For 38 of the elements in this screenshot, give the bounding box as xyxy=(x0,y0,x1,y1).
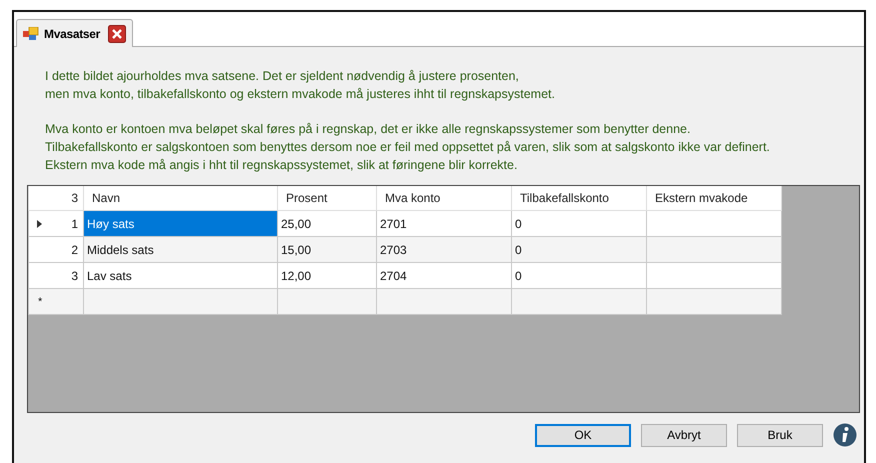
description-text: Ekstern mva kode må angis i hht til regnskapssystemet, slik at føringene blir korrekte. xyxy=(45,157,518,174)
table-cell[interactable] xyxy=(84,288,278,314)
table-cell[interactable] xyxy=(376,288,512,314)
table-cell[interactable]: Middels sats xyxy=(84,236,278,262)
description-text: Tilbakefallskonto er salgskontoen som benyttes dersom noe er feil med oppsettet på varen, slik som at salgskonto ikke var definert. xyxy=(45,139,770,156)
row-header[interactable]: 2 xyxy=(28,236,84,262)
dialog-button[interactable]: Bruk xyxy=(737,424,823,446)
dialog-button[interactable]: Avbryt xyxy=(641,424,727,446)
table-cell[interactable] xyxy=(278,288,376,314)
table-cell[interactable]: 15,00 xyxy=(278,236,376,262)
column-header[interactable]: Prosent xyxy=(278,186,376,210)
row-number: 3 xyxy=(71,268,78,282)
description-text: Mva konto er kontoen mva beløpet skal føres på i regnskap, det er ikke alle regnskapssystemer som benytter denne. xyxy=(45,121,690,138)
info-icon[interactable] xyxy=(833,423,857,447)
new-row-marker: * xyxy=(28,288,84,314)
current-row-icon xyxy=(37,220,42,228)
column-header[interactable]: Ekstern mvakode xyxy=(646,186,782,210)
row-header[interactable]: 3 xyxy=(28,262,84,288)
row-number: 1 xyxy=(71,216,78,230)
row-header[interactable]: 1 xyxy=(28,210,84,236)
window-icon xyxy=(23,26,39,40)
tab-title: Mvasatser xyxy=(44,26,100,40)
close-icon[interactable] xyxy=(108,24,126,42)
description-text: men mva konto, tilbakefallskonto og ekstern mvakode må justeres ihht til regnskapsystemet. xyxy=(45,86,555,103)
column-header[interactable]: Mva konto xyxy=(376,186,512,210)
table-cell[interactable]: Høy sats xyxy=(84,210,278,236)
row-number: 2 xyxy=(71,242,78,256)
description-text: I dette bildet ajourholdes mva satsene. Det er sjeldent nødvendig å justere prosenten, xyxy=(45,68,519,85)
table-cell[interactable] xyxy=(646,288,782,314)
row-count-header: 3 xyxy=(28,186,84,210)
table-cell[interactable]: 2703 xyxy=(376,236,512,262)
table-cell[interactable] xyxy=(512,288,646,314)
table-cell[interactable]: 0 xyxy=(512,236,646,262)
table-cell[interactable] xyxy=(646,236,782,262)
tab[interactable]: Mvasatser xyxy=(16,19,134,47)
column-header[interactable]: Navn xyxy=(84,186,278,210)
column-header[interactable]: Tilbakefallskonto xyxy=(512,186,646,210)
dialog-button[interactable]: OK xyxy=(535,424,631,446)
